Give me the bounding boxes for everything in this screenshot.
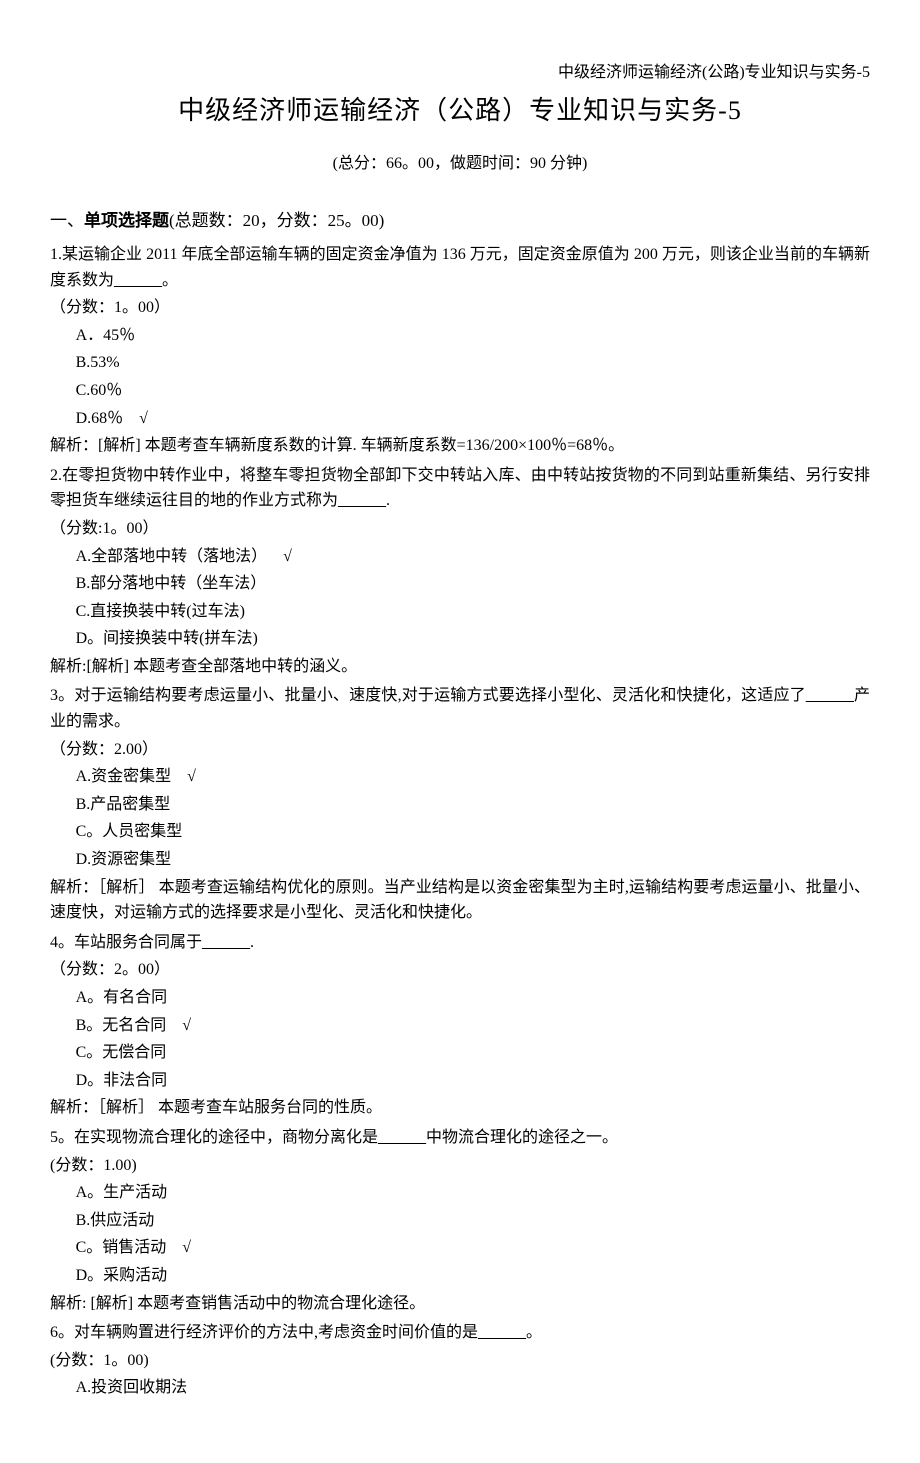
- q6-score: (分数：1。00): [50, 1348, 870, 1374]
- q4-analysis: 解析：［解析］ 本题考查车站服务台同的性质。: [50, 1095, 870, 1121]
- check-mark-icon: √: [139, 410, 148, 427]
- q4-option-b-text: B。无名合同: [76, 1017, 167, 1034]
- section-header: 一、单项选择题(总题数：20，分数：25。00): [50, 207, 870, 234]
- q2-stem: 2.在零担货物中转作业中，将整车零担货物全部卸下交中转站入库、由中转站按货物的不…: [50, 463, 870, 514]
- check-mark-icon: √: [182, 1017, 191, 1034]
- blank: ______: [478, 1320, 526, 1346]
- q5-option-b: B.供应活动: [76, 1208, 870, 1234]
- header-right-text: 中级经济师运输经济(公路)专业知识与实务-5: [50, 60, 870, 86]
- q6-stem-b: 。: [526, 1324, 542, 1341]
- q4-stem: 4。车站服务合同属于______.: [50, 930, 870, 956]
- blank: ______: [806, 683, 854, 709]
- q5-option-a: A。生产活动: [76, 1180, 870, 1206]
- section-prefix: 一、: [50, 211, 84, 230]
- q1-option-c: C.60％: [76, 378, 870, 404]
- exam-meta: (总分：66。00，做题时间：90 分钟): [50, 151, 870, 177]
- q3-option-b: B.产品密集型: [76, 792, 870, 818]
- q6-option-a: A.投资回收期法: [76, 1375, 870, 1401]
- q4-option-d: D。非法合同: [76, 1068, 870, 1094]
- q1-option-d-text: D.68％: [76, 410, 124, 427]
- q1-stem-b: 。: [162, 272, 178, 289]
- q5-option-c-text: C。销售活动: [76, 1239, 167, 1256]
- q4-option-a: A。有名合同: [76, 985, 870, 1011]
- q3-stem-a: 3。对于运输结构要考虑运量小、批量小、速度快,对于运输方式要选择小型化、灵活化和…: [50, 687, 806, 704]
- q4-stem-a: 4。车站服务合同属于: [50, 934, 202, 951]
- q2-option-c: C.直接换装中转(过车法): [76, 599, 870, 625]
- blank: ______: [378, 1125, 426, 1151]
- q2-analysis: 解析:[解析] 本题考查全部落地中转的涵义。: [50, 654, 870, 680]
- q3-option-a-text: A.资金密集型: [76, 768, 172, 785]
- q5-score: (分数：1.00): [50, 1153, 870, 1179]
- q4-score: （分数：2。00）: [50, 957, 870, 983]
- q4-stem-b: .: [250, 934, 254, 951]
- q2-option-d: D。间接换装中转(拼车法): [76, 626, 870, 652]
- q1-option-a: A．45％: [76, 323, 870, 349]
- section-type: 单项选择题: [84, 211, 169, 230]
- q3-score: （分数：2.00）: [50, 737, 870, 763]
- q5-option-d: D。采购活动: [76, 1263, 870, 1289]
- q4-option-b: B。无名合同 √: [76, 1013, 870, 1039]
- check-mark-icon: √: [187, 768, 196, 785]
- check-mark-icon: √: [182, 1239, 191, 1256]
- blank: ______: [114, 268, 162, 294]
- q5-analysis: 解析: [解析] 本题考查销售活动中的物流合理化途径。: [50, 1291, 870, 1317]
- q3-analysis: 解析：［解析］ 本题考查运输结构优化的原则。当产业结构是以资金密集型为主时,运输…: [50, 875, 870, 926]
- q3-option-c: C。人员密集型: [76, 819, 870, 845]
- q4-option-c: C。无偿合同: [76, 1040, 870, 1066]
- q5-option-c: C。销售活动 √: [76, 1235, 870, 1261]
- q3-option-a: A.资金密集型 √: [76, 764, 870, 790]
- q1-option-d: D.68％ √: [76, 406, 870, 432]
- q1-option-b: B.53%: [76, 350, 870, 376]
- blank: ______: [338, 488, 386, 514]
- q6-stem-a: 6。对车辆购置进行经济评价的方法中,考虑资金时间价值的是: [50, 1324, 478, 1341]
- q2-option-b: B.部分落地中转（坐车法）: [76, 571, 870, 597]
- section-detail: (总题数：20，分数：25。00): [169, 211, 384, 230]
- q3-option-d: D.资源密集型: [76, 847, 870, 873]
- q2-option-a: A.全部落地中转（落地法） √: [76, 544, 870, 570]
- q2-score: （分数:1。00）: [50, 516, 870, 542]
- q5-stem-a: 5。在实现物流合理化的途径中，商物分离化是: [50, 1129, 378, 1146]
- q1-stem: 1.某运输企业 2011 年底全部运输车辆的固定资金净值为 136 万元，固定资…: [50, 242, 870, 293]
- check-mark-icon: √: [283, 548, 292, 565]
- q3-stem: 3。对于运输结构要考虑运量小、批量小、速度快,对于运输方式要选择小型化、灵活化和…: [50, 683, 870, 734]
- q2-option-a-text: A.全部落地中转（落地法）: [76, 548, 268, 565]
- q6-stem: 6。对车辆购置进行经济评价的方法中,考虑资金时间价值的是______。: [50, 1320, 870, 1346]
- q2-stem-b: .: [386, 492, 390, 509]
- q5-stem: 5。在实现物流合理化的途径中，商物分离化是______中物流合理化的途径之一。: [50, 1125, 870, 1151]
- q1-analysis: 解析：[解析] 本题考查车辆新度系数的计算. 车辆新度系数=136/200×10…: [50, 433, 870, 459]
- q5-stem-b: 中物流合理化的途径之一。: [426, 1129, 618, 1146]
- q2-stem-a: 2.在零担货物中转作业中，将整车零担货物全部卸下交中转站入库、由中转站按货物的不…: [50, 467, 870, 510]
- page-title: 中级经济师运输经济（公路）专业知识与实务-5: [50, 90, 870, 132]
- q1-score: （分数：1。00）: [50, 295, 870, 321]
- blank: ______: [202, 930, 250, 956]
